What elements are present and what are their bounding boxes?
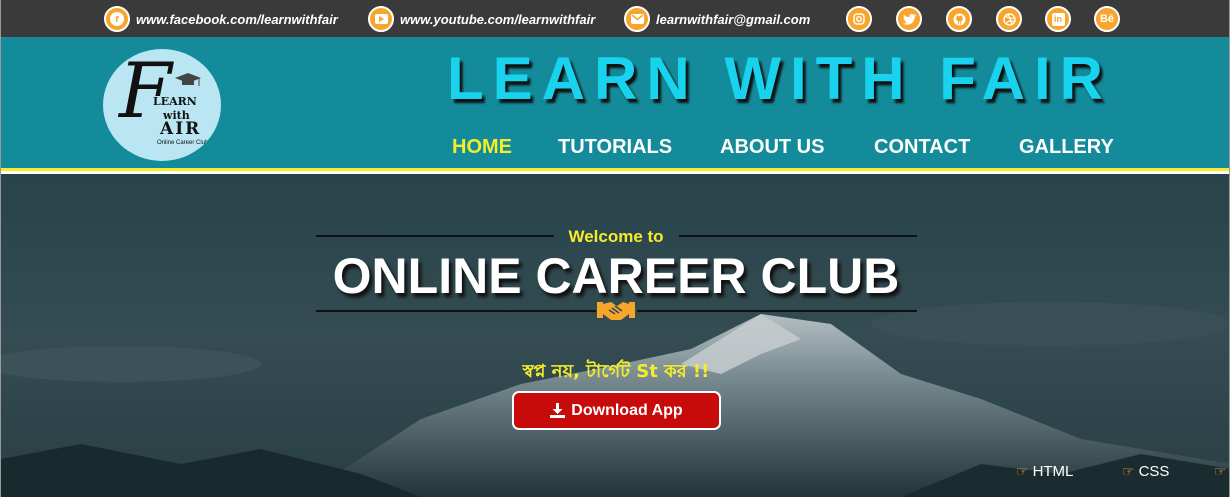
mountain-background: [1, 174, 1229, 497]
handshake-icon: [597, 302, 635, 320]
nav-home[interactable]: HOME: [452, 136, 512, 159]
divider-line: [679, 235, 917, 237]
site-header: F LEARN with AIR Online Career Club LEAR…: [1, 37, 1229, 171]
youtube-link-text: www.youtube.com/learnwithfair: [400, 11, 596, 27]
logo-learn: LEARN: [153, 95, 197, 108]
graduation-cap-icon: [175, 73, 201, 86]
github-icon: [953, 13, 965, 25]
instagram-button[interactable]: [846, 6, 872, 32]
hero-section: Welcome to ONLINE CAREER CLUB স্বপ্ন নয়…: [1, 174, 1229, 497]
behance-button[interactable]: Bē: [1094, 6, 1120, 32]
linkedin-icon: in: [1051, 12, 1065, 26]
site-title: LEARN WITH FAIR: [447, 45, 1112, 112]
instagram-icon: [848, 8, 870, 30]
download-app-button[interactable]: Download App: [512, 391, 721, 430]
logo-air: AIR: [160, 119, 202, 139]
page: f www.facebook.com/learnwithfair www.you…: [0, 0, 1230, 497]
hero-title: ONLINE CAREER CLUB: [332, 248, 900, 304]
ticker-label: CSS: [1138, 463, 1170, 480]
ticker-item-partial: ☞: [1214, 463, 1227, 480]
email-link-text: learnwithfair@gmail.com: [656, 11, 811, 27]
ticker-item-css[interactable]: ☞ CSS: [1122, 463, 1169, 480]
email-link[interactable]: learnwithfair@gmail.com: [624, 6, 810, 32]
facebook-link[interactable]: f www.facebook.com/learnwithfair: [104, 6, 338, 32]
twitter-icon: [902, 13, 916, 25]
nav-tutorials[interactable]: TUTORIALS: [558, 136, 672, 159]
youtube-link[interactable]: www.youtube.com/learnwithfair: [368, 6, 595, 32]
youtube-icon: [368, 6, 394, 32]
welcome-text: Welcome to: [568, 227, 664, 246]
nav-gallery[interactable]: GALLERY: [1019, 136, 1114, 159]
hand-pointer-icon: ☞: [1016, 463, 1029, 479]
top-bar: f www.facebook.com/learnwithfair www.you…: [1, 0, 1229, 37]
logo-tagline: Online Career Club: [157, 140, 209, 146]
nav-about-us[interactable]: ABOUT US: [720, 136, 824, 159]
download-icon: [550, 403, 566, 418]
facebook-icon: f: [104, 6, 130, 32]
linkedin-button[interactable]: in: [1045, 6, 1071, 32]
site-logo[interactable]: F LEARN with AIR Online Career Club: [103, 49, 221, 161]
divider-line: [637, 310, 917, 312]
twitter-button[interactable]: [896, 6, 922, 32]
ticker-item-html[interactable]: ☞ HTML: [1016, 463, 1073, 480]
hero-tagline: স্বপ্ন নয়, টার্গেট St কর !!: [522, 361, 710, 382]
github-button[interactable]: [946, 6, 972, 32]
download-app-label: Download App: [571, 401, 683, 419]
facebook-link-text: www.facebook.com/learnwithfair: [136, 11, 338, 27]
email-icon: [624, 6, 650, 32]
divider-line: [316, 310, 596, 312]
dribbble-button[interactable]: [996, 6, 1022, 32]
dribbble-icon: [1002, 12, 1016, 26]
hand-pointer-icon: ☞: [1122, 463, 1135, 479]
divider-line: [316, 235, 554, 237]
behance-icon: Bē: [1099, 13, 1115, 25]
ticker-label: HTML: [1032, 463, 1074, 480]
nav-contact[interactable]: CONTACT: [874, 136, 970, 159]
hand-pointer-icon: ☞: [1214, 463, 1227, 479]
